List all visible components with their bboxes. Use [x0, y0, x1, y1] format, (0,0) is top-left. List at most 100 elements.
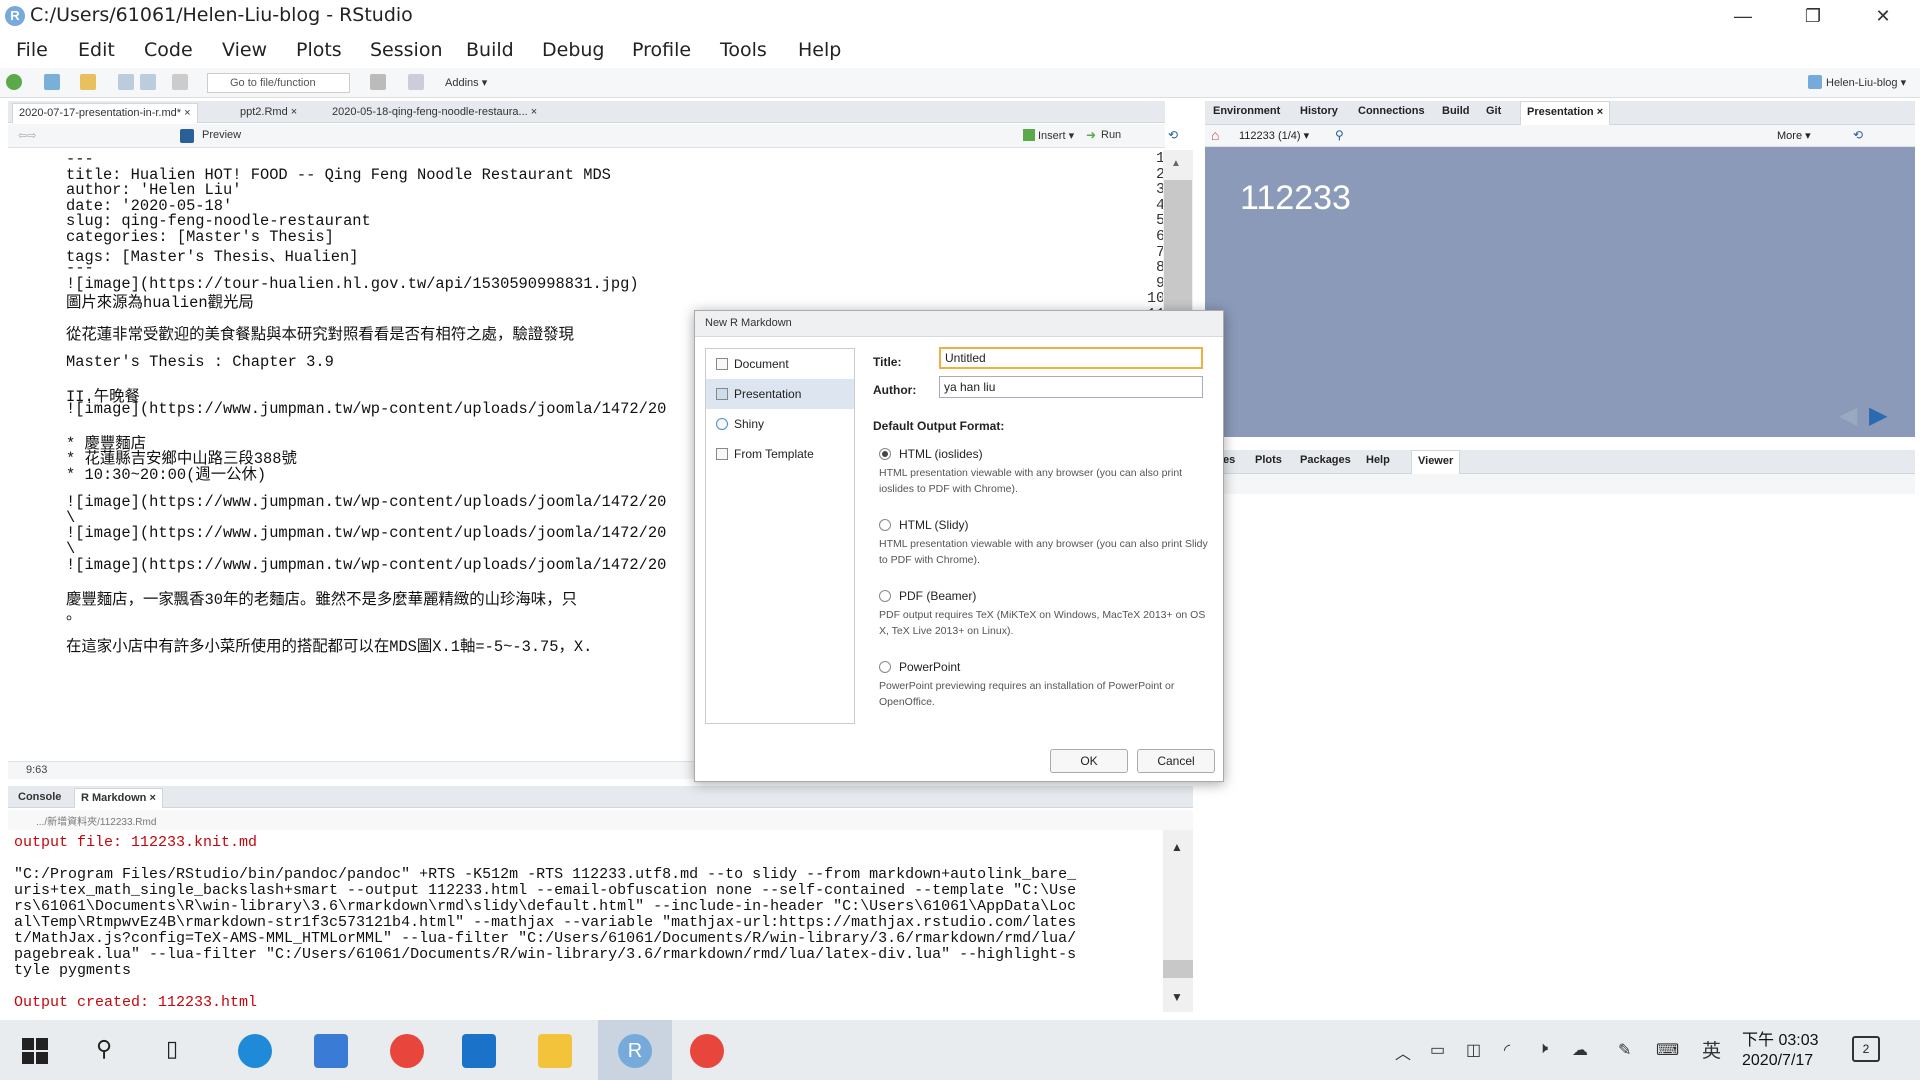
close-button[interactable]: ✕: [1848, 0, 1918, 32]
cancel-button[interactable]: Cancel: [1137, 749, 1215, 773]
mail-icon[interactable]: [462, 1034, 496, 1068]
tab-packages[interactable]: Packages: [1300, 454, 1351, 466]
radio-beamer[interactable]: [879, 590, 891, 602]
presentation-toolbar: ⌂ 112233 (1/4) ▾ ⚲ More ▾ ⟲: [1205, 125, 1915, 147]
radio-powerpoint[interactable]: [879, 661, 891, 673]
refresh-icon[interactable]: ⟲: [1853, 128, 1863, 142]
new-file-icon[interactable]: [6, 74, 22, 90]
tab-viewer[interactable]: Viewer: [1411, 450, 1461, 474]
security-icon[interactable]: ◫: [1466, 1040, 1481, 1060]
tab-git[interactable]: Git: [1486, 105, 1501, 117]
insert-button[interactable]: Insert ▾: [1038, 129, 1074, 142]
rstudio-taskbar-active[interactable]: R: [598, 1020, 672, 1080]
scroll-down-icon[interactable]: ▼: [1171, 990, 1183, 1004]
workspace-panes-icon[interactable]: [408, 74, 424, 90]
minimize-button[interactable]: —: [1708, 0, 1778, 32]
slide-selector[interactable]: 112233 (1/4) ▾: [1239, 129, 1309, 142]
tab-history[interactable]: History: [1300, 105, 1338, 117]
run-button[interactable]: Run: [1101, 129, 1121, 141]
title-input[interactable]: [939, 347, 1203, 369]
menu-build[interactable]: Build: [466, 39, 514, 61]
nav-back-forward-icon[interactable]: ⇦⇨: [18, 129, 48, 143]
scroll-up-icon[interactable]: ▲: [1171, 158, 1181, 169]
project-menu[interactable]: Helen-Liu-blog ▾: [1826, 76, 1906, 89]
title-label: Title:: [873, 355, 902, 369]
ime-indicator[interactable]: 英: [1702, 1036, 1721, 1063]
tray-chevron-icon[interactable]: ︿: [1395, 1040, 1411, 1064]
category-document[interactable]: Document: [706, 349, 854, 379]
category-shiny[interactable]: Shiny: [706, 409, 854, 439]
tab-ppt2-rmd[interactable]: ppt2.Rmd ×: [234, 103, 303, 123]
console-scrollbar[interactable]: ▲ ▼: [1163, 830, 1193, 1012]
addins-menu[interactable]: Addins ▾: [445, 76, 487, 89]
clock-date[interactable]: 2020/7/17: [1742, 1052, 1813, 1070]
next-slide-icon[interactable]: ▶: [1869, 401, 1887, 430]
tab-plots[interactable]: Plots: [1255, 454, 1282, 466]
tab-environment[interactable]: Environment: [1213, 105, 1280, 117]
tab-build[interactable]: Build: [1442, 105, 1470, 117]
chrome-profile-icon[interactable]: [690, 1034, 724, 1068]
category-presentation[interactable]: Presentation: [706, 379, 854, 409]
store-icon[interactable]: [314, 1034, 348, 1068]
print-icon[interactable]: [172, 74, 188, 90]
task-view-icon[interactable]: ▯: [166, 1036, 178, 1062]
search-icon[interactable]: ⚲: [96, 1036, 112, 1062]
menu-profile[interactable]: Profile: [632, 39, 691, 61]
line-number: 3: [1155, 181, 1165, 199]
pen-icon[interactable]: ✎: [1618, 1040, 1631, 1060]
edge-browser-icon[interactable]: [238, 1034, 272, 1068]
radio-slidy[interactable]: [879, 519, 891, 531]
project-icon: [1808, 75, 1822, 89]
tab-help[interactable]: Help: [1366, 454, 1390, 466]
onedrive-icon[interactable]: ☁: [1572, 1040, 1588, 1060]
tab-connections[interactable]: Connections: [1358, 105, 1425, 117]
chrome-icon[interactable]: [390, 1034, 424, 1068]
clock-time[interactable]: 下午 03:03: [1742, 1026, 1819, 1050]
prev-slide-icon[interactable]: ◀: [1839, 401, 1857, 430]
battery-icon[interactable]: ▭: [1430, 1040, 1445, 1060]
find-icon[interactable]: ⚲: [1335, 128, 1344, 142]
menu-tools[interactable]: Tools: [720, 39, 767, 61]
tab-console[interactable]: Console: [12, 788, 67, 808]
save-icon[interactable]: [118, 74, 134, 90]
author-input[interactable]: [939, 376, 1203, 398]
tab-files[interactable]: es: [1223, 454, 1235, 466]
menu-help[interactable]: Help: [798, 39, 841, 61]
console-scroll-thumb[interactable]: [1163, 960, 1193, 978]
goto-file-input[interactable]: Go to file/function: [207, 73, 350, 93]
tab-presentation[interactable]: Presentation ×: [1520, 101, 1611, 125]
rerun-icon[interactable]: ⟲: [1168, 128, 1178, 142]
format-description: PowerPoint previewing requires an instal…: [879, 680, 1175, 708]
tab-qing-feng-rmd[interactable]: 2020-05-18-qing-feng-noodle-restaura... …: [326, 103, 543, 123]
keyboard-icon[interactable]: ⌨: [1656, 1040, 1679, 1060]
preview-button[interactable]: Preview: [202, 129, 241, 141]
wifi-icon[interactable]: ◜: [1504, 1040, 1510, 1060]
menu-file[interactable]: File: [16, 39, 48, 61]
menu-session[interactable]: Session: [370, 39, 443, 61]
menu-view[interactable]: View: [222, 39, 267, 61]
taskbar: ⚲ ▯ R: [0, 1020, 1920, 1080]
open-folder-icon[interactable]: [80, 74, 96, 90]
scroll-up-icon[interactable]: ▲: [1171, 840, 1183, 854]
menu-plots[interactable]: Plots: [296, 39, 342, 61]
notifications-icon[interactable]: 2: [1852, 1036, 1880, 1062]
menu-edit[interactable]: Edit: [78, 39, 115, 61]
radio-ioslides[interactable]: [879, 448, 891, 460]
new-project-icon[interactable]: [44, 74, 60, 90]
more-menu[interactable]: More ▾: [1777, 129, 1811, 142]
tab-r-markdown[interactable]: R Markdown ×: [74, 788, 163, 808]
home-icon[interactable]: ⌂: [1211, 127, 1219, 143]
version-control-icon[interactable]: [370, 74, 386, 90]
volume-icon[interactable]: 🕨: [1538, 1040, 1548, 1058]
menu-bar: File Edit Code View Plots Session Build …: [0, 33, 1920, 67]
ok-button[interactable]: OK: [1050, 749, 1128, 773]
editor-scroll-thumb[interactable]: [1164, 180, 1192, 310]
tab-presentation-md[interactable]: 2020-07-17-presentation-in-r.md* ×: [12, 103, 198, 123]
menu-code[interactable]: Code: [144, 39, 193, 61]
category-from-template[interactable]: From Template: [706, 439, 854, 469]
save-all-icon[interactable]: [140, 74, 156, 90]
windows-start-icon[interactable]: [22, 1038, 48, 1064]
maximize-button[interactable]: ❐: [1778, 0, 1848, 32]
file-explorer-icon[interactable]: [538, 1034, 572, 1068]
menu-debug[interactable]: Debug: [542, 39, 604, 61]
